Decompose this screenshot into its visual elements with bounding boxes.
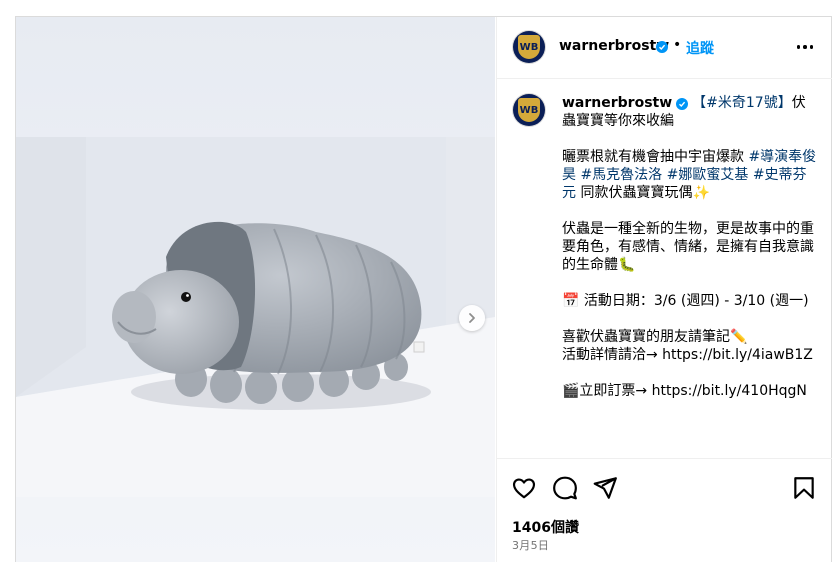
- verified-check-icon: [656, 41, 668, 53]
- more-options-icon: [796, 45, 801, 49]
- separator-dot: •: [673, 37, 682, 53]
- wb-logo: WB: [518, 98, 540, 122]
- heart-icon[interactable]: [511, 475, 537, 501]
- hashtag-link[interactable]: #馬克魯法洛: [580, 167, 662, 183]
- post-header: WB warnerbrostw • 追蹤: [497, 17, 832, 79]
- like-count[interactable]: 1406個讚: [512, 517, 579, 537]
- comment-icon[interactable]: [552, 475, 578, 501]
- caption-avatar[interactable]: WB: [513, 94, 545, 126]
- bookmark-icon[interactable]: [791, 475, 817, 501]
- caption-text: 同款伏蟲寶寶玩偶✨: [576, 185, 710, 201]
- instagram-post: WB warnerbrostw • 追蹤 WB warnerbrostw 【#米奇…: [15, 16, 832, 562]
- post-sidebar: WB warnerbrostw • 追蹤 WB warnerbrostw 【#米奇…: [496, 17, 832, 562]
- caption-scroll-area[interactable]: WB warnerbrostw 【#米奇17號】伏蟲寶寶等你來收編 曬票根就有機會抽…: [497, 79, 832, 457]
- more-options-button[interactable]: [793, 37, 817, 57]
- post-image[interactable]: [16, 17, 495, 562]
- follow-button[interactable]: 追蹤: [686, 38, 714, 58]
- chevron-right-icon: [469, 313, 475, 323]
- hashtag-link[interactable]: #娜歐蜜艾基: [667, 167, 749, 183]
- verified-check-icon: [676, 98, 689, 110]
- caption-username[interactable]: warnerbrostw: [562, 95, 672, 111]
- avatar[interactable]: WB: [513, 31, 545, 63]
- post-actions: 1406個讚 3月5日: [497, 458, 832, 563]
- header-username[interactable]: warnerbrostw: [559, 38, 669, 54]
- plush-toy-photo: [16, 17, 495, 562]
- post-date[interactable]: 3月5日: [512, 537, 549, 553]
- caption-text: 曬票根就有機會抽中宇宙爆款: [562, 149, 749, 165]
- caption-event-date: 📅 活動日期：3/6 (週四) - 3/10 (週一): [562, 293, 809, 309]
- caption: warnerbrostw 【#米奇17號】伏蟲寶寶等你來收編 曬票根就有機會抽中宇宙…: [562, 94, 817, 400]
- wb-logo: WB: [518, 35, 540, 59]
- share-icon[interactable]: [592, 475, 618, 501]
- next-image-button[interactable]: [459, 305, 485, 331]
- caption-paragraph: 伏蟲是一種全新的生物，更是故事中的重要角色，有感情、情緒，是擁有自我意識的生命體…: [562, 221, 814, 273]
- hashtag-link[interactable]: 【#米奇17號】: [692, 95, 792, 111]
- caption-ticket-link[interactable]: 🎬立即訂票→ https://bit.ly/410HqgN: [562, 382, 817, 400]
- caption-link-info[interactable]: 喜歡伏蟲寶寶的朋友請筆記✏️ 活動詳情請洽→ https://bit.ly/4i…: [562, 328, 817, 364]
